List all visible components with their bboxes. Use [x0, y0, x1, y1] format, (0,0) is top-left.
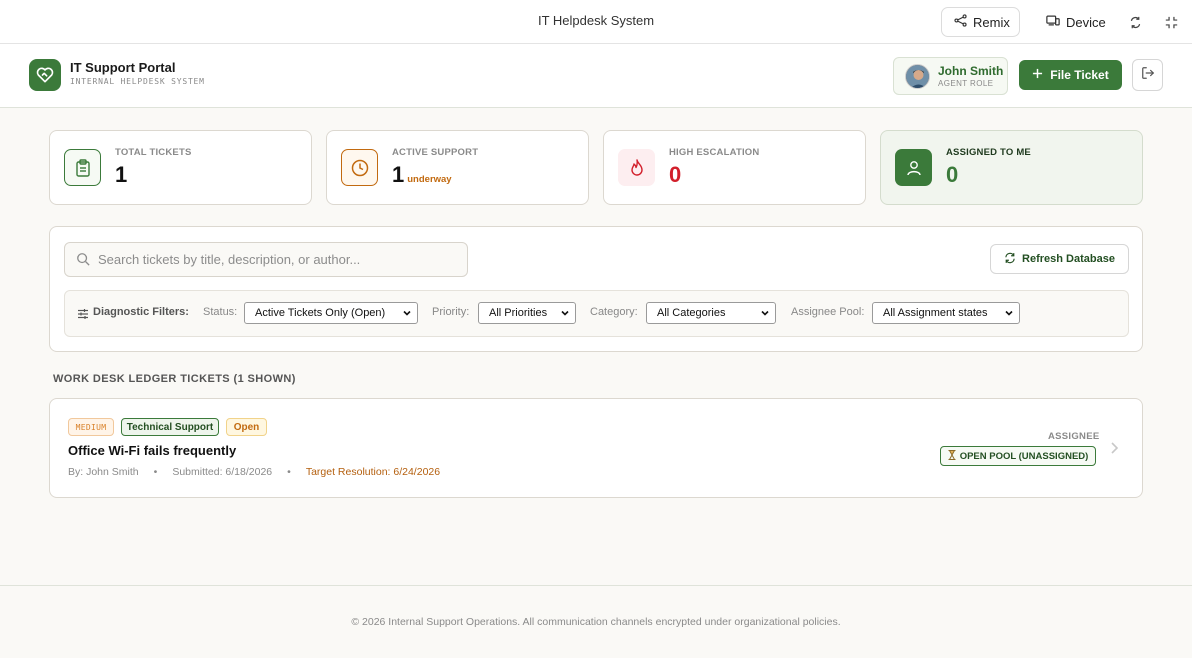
file-ticket-button[interactable]: File Ticket — [1019, 60, 1122, 90]
plus-icon — [1032, 68, 1043, 82]
meta-separator: • — [153, 466, 158, 478]
search-icon — [76, 252, 90, 271]
ticket-card[interactable]: MEDIUM Technical Support Open Office Wi-… — [49, 398, 1143, 498]
file-ticket-label: File Ticket — [1050, 68, 1109, 82]
footer-text: © 2026 Internal Support Operations. All … — [351, 616, 841, 628]
status-filter-label: Status: — [203, 306, 238, 318]
user-role: AGENT ROLE — [938, 79, 994, 88]
app-header: IT Support Portal INTERNAL HELPDESK SYST… — [0, 44, 1192, 108]
clipboard-icon — [64, 149, 101, 186]
stat-value: 0 — [946, 162, 959, 187]
heart-handshake-icon — [29, 59, 61, 91]
avatar — [905, 64, 930, 89]
remix-button[interactable]: Remix — [941, 7, 1020, 37]
device-label: Device — [1066, 14, 1106, 30]
chevron-down-icon — [402, 308, 412, 321]
filters-title: Diagnostic Filters: — [93, 306, 189, 318]
status-badge: Open — [226, 418, 267, 436]
chevron-down-icon — [760, 308, 770, 321]
assignee-label: ASSIGNEE — [1048, 431, 1100, 442]
device-button[interactable]: Device — [1034, 7, 1114, 37]
user-icon — [895, 149, 932, 186]
ticket-meta: By: John Smith • Submitted: 6/18/2026 • … — [68, 466, 440, 478]
category-filter-select[interactable]: All Categories — [646, 302, 776, 324]
search-input[interactable] — [98, 243, 458, 276]
sliders-icon — [77, 307, 89, 325]
logout-icon — [1141, 66, 1155, 85]
hourglass-icon — [948, 449, 956, 463]
section-title: WORK DESK LEDGER TICKETS (1 SHOWN) — [53, 373, 296, 385]
fullscreen-icon[interactable] — [1162, 13, 1180, 31]
clock-icon — [341, 149, 378, 186]
stat-value: 1 — [115, 162, 128, 187]
search-box[interactable] — [64, 242, 468, 277]
brand-title: IT Support Portal — [70, 60, 176, 75]
stat-value: 1 underway — [392, 162, 452, 187]
category-badge: Technical Support — [121, 418, 219, 436]
stat-label: ASSIGNED TO ME — [946, 147, 1031, 158]
user-name: John Smith — [938, 64, 1004, 78]
remix-label: Remix — [973, 14, 1010, 30]
rotate-icon[interactable] — [1126, 13, 1144, 31]
stat-card-active: ACTIVE SUPPORT 1 underway — [326, 130, 589, 205]
assignee-filter-select[interactable]: All Assignment states — [872, 302, 1020, 324]
status-filter-select[interactable]: Active Tickets Only (Open) — [244, 302, 418, 324]
assignee-value: OPEN POOL (UNASSIGNED) — [959, 450, 1089, 462]
logout-button[interactable] — [1132, 59, 1163, 91]
chevron-right-icon — [1109, 441, 1119, 460]
chrome-bar: IT Helpdesk System Remix Device — [0, 0, 1192, 44]
ticket-submitted: Submitted: 6/18/2026 — [172, 466, 273, 478]
stat-card-total: TOTAL TICKETS 1 — [49, 130, 312, 205]
priority-badge: MEDIUM — [68, 418, 114, 436]
refresh-label: Refresh Database — [1022, 253, 1115, 265]
assignee-filter-label: Assignee Pool: — [791, 306, 865, 318]
priority-filter-select[interactable]: All Priorities — [478, 302, 576, 324]
stat-value: 0 — [669, 162, 682, 187]
flame-icon — [618, 149, 655, 186]
stat-card-assigned: ASSIGNED TO ME 0 — [880, 130, 1143, 205]
chevron-down-icon — [560, 308, 570, 321]
category-filter-value: All Categories — [657, 307, 726, 319]
stat-label: TOTAL TICKETS — [115, 147, 192, 158]
ticket-author: By: John Smith — [68, 466, 139, 478]
status-filter-value: Active Tickets Only (Open) — [255, 307, 386, 319]
ticket-title: Office Wi-Fi fails frequently — [68, 443, 237, 458]
filter-panel: Refresh Database Diagnostic Filters: Sta… — [49, 226, 1143, 352]
device-icon — [1046, 14, 1060, 30]
stat-label: HIGH ESCALATION — [669, 147, 760, 158]
refresh-icon — [1004, 252, 1016, 267]
assignee-badge: OPEN POOL (UNASSIGNED) — [940, 446, 1096, 466]
assignee-filter-value: All Assignment states — [883, 307, 988, 319]
priority-filter-value: All Priorities — [489, 307, 548, 319]
filter-row: Diagnostic Filters: Status: Active Ticke… — [64, 290, 1129, 337]
footer: © 2026 Internal Support Operations. All … — [0, 585, 1192, 658]
ticket-target-resolution: Target Resolution: 6/24/2026 — [305, 466, 441, 478]
category-filter-label: Category: — [590, 306, 638, 318]
stat-suffix: underway — [407, 174, 452, 185]
refresh-database-button[interactable]: Refresh Database — [990, 244, 1129, 274]
brand-subtitle: INTERNAL HELPDESK SYSTEM — [70, 77, 205, 86]
meta-separator: • — [287, 466, 291, 478]
stat-label: ACTIVE SUPPORT — [392, 147, 479, 158]
user-chip[interactable]: John Smith AGENT ROLE — [893, 57, 1008, 95]
stat-card-escalation: HIGH ESCALATION 0 — [603, 130, 866, 205]
priority-filter-label: Priority: — [432, 306, 470, 318]
share-nodes-icon — [954, 14, 967, 30]
chevron-down-icon — [1004, 308, 1014, 321]
